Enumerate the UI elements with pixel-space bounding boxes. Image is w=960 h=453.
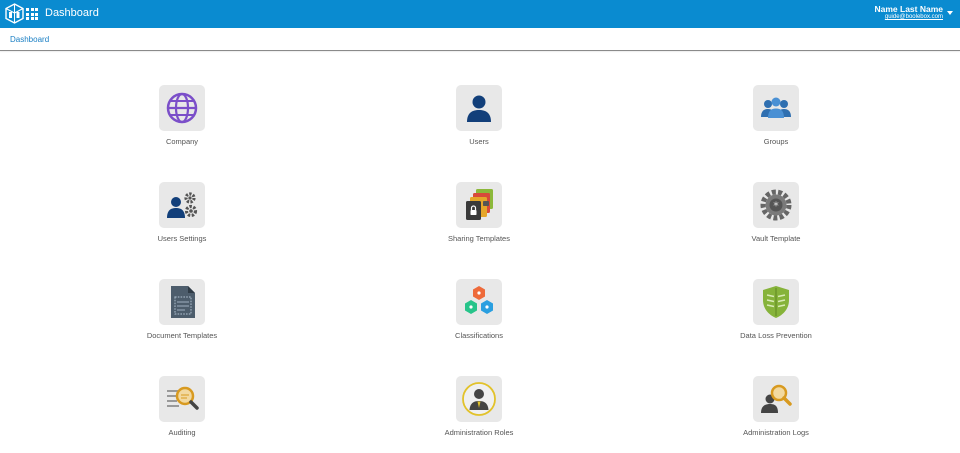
tile-label: Administration Roles <box>444 428 514 437</box>
user-icon <box>467 95 491 122</box>
user-name[interactable]: Name Last Name <box>874 4 943 14</box>
user-settings-icon <box>167 192 198 218</box>
tile-groups[interactable]: Groups <box>706 85 846 155</box>
svg-text:*: * <box>773 200 779 213</box>
tile-users[interactable]: Users <box>409 85 549 155</box>
tile-users-settings[interactable]: Users Settings <box>112 182 252 252</box>
tile-icon-box[interactable] <box>753 279 799 325</box>
tile-icon-box[interactable] <box>456 279 502 325</box>
tile-data-loss-prevention[interactable]: Data Loss Prevention <box>706 279 846 349</box>
tile-label: Sharing Templates <box>448 234 510 243</box>
tile-icon-box[interactable] <box>753 85 799 131</box>
vault-icon: * <box>760 189 792 221</box>
tile-company[interactable]: Company <box>112 85 252 155</box>
user-menu-chevron-down-icon[interactable] <box>947 11 953 15</box>
tile-label: Administration Logs <box>743 428 809 437</box>
tile-classifications[interactable]: Classifications <box>409 279 549 349</box>
tile-administration-logs[interactable]: Administration Logs <box>706 376 846 446</box>
breadcrumb-dashboard[interactable]: Dashboard <box>10 35 49 44</box>
tile-label: Document Templates <box>146 331 218 340</box>
user-email[interactable]: guide@boolebox.com <box>885 14 943 20</box>
breadcrumb-bar: Dashboard <box>0 28 960 51</box>
tile-icon-box[interactable]: * <box>753 182 799 228</box>
globe-icon <box>166 92 198 124</box>
top-bar: Dashboard Name Last Name guide@boolebox.… <box>0 0 960 28</box>
tile-icon-box[interactable] <box>159 279 205 325</box>
tile-label: Auditing <box>168 428 196 437</box>
auditing-icon <box>167 386 199 410</box>
tile-icon-box[interactable] <box>159 182 205 228</box>
tile-icon-box[interactable] <box>159 85 205 131</box>
admin-logs-icon <box>761 384 792 413</box>
tile-administration-roles[interactable]: Administration Roles <box>409 376 549 446</box>
tile-icon-box[interactable] <box>753 376 799 422</box>
page-title: Dashboard <box>45 7 99 19</box>
tile-sharing-templates[interactable]: Sharing Templates <box>409 182 549 252</box>
boolebox-logo-icon[interactable] <box>5 3 24 24</box>
tile-icon-box[interactable] <box>456 376 502 422</box>
group-icon <box>761 97 791 118</box>
sharing-templates-icon <box>466 189 493 220</box>
document-template-icon <box>171 286 195 318</box>
tile-label: Data Loss Prevention <box>740 331 812 340</box>
apps-grid-icon[interactable] <box>26 8 38 20</box>
classifications-icon <box>465 286 493 314</box>
tile-vault-template[interactable]: * Vault Template <box>706 182 846 252</box>
tile-label: Company <box>165 137 199 146</box>
tile-label: Users <box>469 137 489 146</box>
admin-roles-icon <box>462 382 496 416</box>
tile-label: Groups <box>763 137 789 146</box>
tile-icon-box[interactable] <box>456 182 502 228</box>
tile-document-templates[interactable]: Document Templates <box>112 279 252 349</box>
tile-auditing[interactable]: Auditing <box>112 376 252 446</box>
tile-label: Classifications <box>455 331 503 340</box>
shield-icon <box>763 286 789 318</box>
tile-label: Users Settings <box>157 234 207 243</box>
tile-icon-box[interactable] <box>456 85 502 131</box>
tile-label: Vault Template <box>751 234 801 243</box>
tile-icon-box[interactable] <box>159 376 205 422</box>
